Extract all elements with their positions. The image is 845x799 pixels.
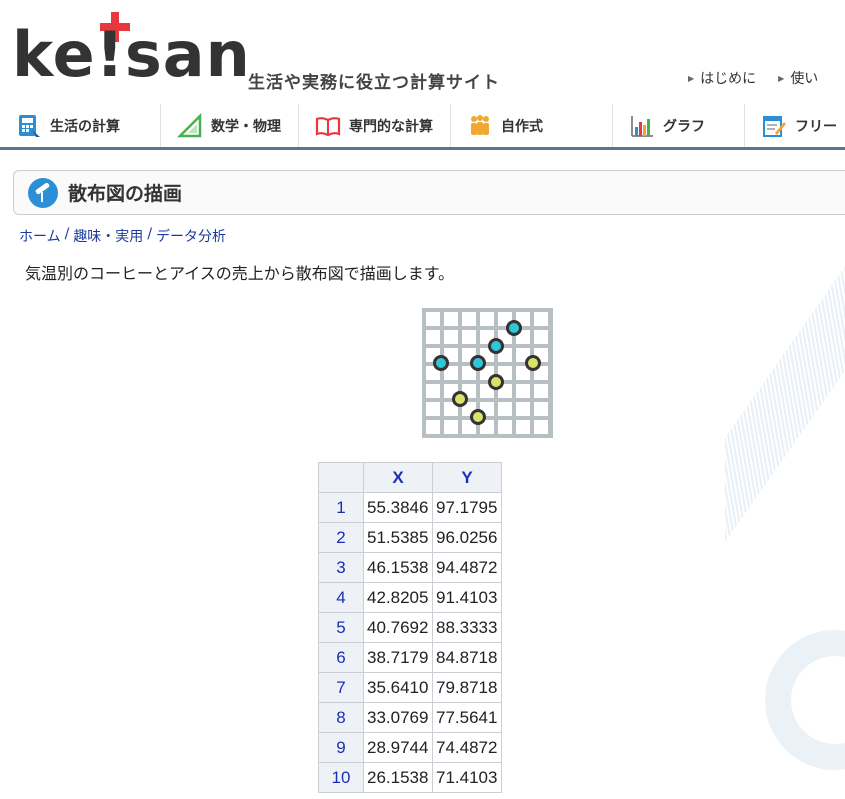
cell-x[interactable]: 42.8205 [363,582,433,613]
row-number: 1 [318,492,364,523]
nav-item-professional[interactable]: 専門的な計算 [299,104,451,147]
triangle-right-icon: ▶ [778,73,785,83]
page-description: 気温別のコーヒーとアイスの売上から散布図で描画します。 [25,264,455,283]
scatter-plot-icon [422,308,553,438]
column-header-x[interactable]: X [363,462,433,493]
cell-x[interactable]: 51.5385 [363,522,433,553]
calculator-icon [19,114,40,137]
header-link-usage[interactable]: ▶ 使い [778,68,818,88]
cell-y[interactable]: 71.4103 [432,762,502,793]
cell-y[interactable]: 88.3333 [432,612,502,643]
header-links: ▶ はじめに ▶ 使い [688,68,818,88]
nav-item-math[interactable]: 数学・物理 [161,104,299,147]
cell-x[interactable]: 46.1538 [363,552,433,583]
nav-item-custom[interactable]: 自作式 [451,104,613,147]
header-link-label: はじめに [700,71,757,87]
data-table: X Y 1 55.3846 97.1795 2 51.5385 96.0256 3 46.15… [318,462,502,793]
table-row: 8 33.0769 77.5641 [318,702,502,733]
nav-label: 自作式 [501,118,543,135]
table-row: 6 38.7179 84.8718 [318,642,502,673]
nav-label: グラフ [663,118,705,135]
row-number: 5 [318,612,364,643]
table-row: 7 35.6410 79.8718 [318,672,502,703]
page-title-box: 散布図の描画 [13,170,845,215]
site-header: ke!san 生活や実務に役立つ計算サイト ▶ はじめに ▶ 使い [0,0,845,100]
cell-x[interactable]: 33.0769 [363,702,433,733]
row-number: 9 [318,732,364,763]
row-number: 4 [318,582,364,613]
cell-x[interactable]: 28.9744 [363,732,433,763]
table-row: 5 40.7692 88.3333 [318,612,502,643]
breadcrumb-separator: / [147,226,153,242]
row-number: 2 [318,522,364,553]
cell-y[interactable]: 91.4103 [432,582,502,613]
header-link-intro[interactable]: ▶ はじめに [688,68,756,88]
nav-label: 専門的な計算 [349,118,433,135]
site-logo[interactable]: ke!san [12,12,250,94]
breadcrumb-separator: / [64,226,70,242]
cell-y[interactable]: 74.4872 [432,732,502,763]
table-corner-cell [318,462,364,493]
nav-item-graph[interactable]: グラフ [613,104,745,147]
table-row: 3 46.1538 94.4872 [318,552,502,583]
cell-x[interactable]: 26.1538 [363,762,433,793]
row-number: 7 [318,672,364,703]
cell-x[interactable]: 55.3846 [363,492,433,523]
nav-label: フリー [795,118,837,135]
telescope-icon [28,177,58,208]
cell-y[interactable]: 96.0256 [432,522,502,553]
table-header-row: X Y [318,462,502,493]
cell-x[interactable]: 35.6410 [363,672,433,703]
table-row: 2 51.5385 96.0256 [318,522,502,553]
cell-y[interactable]: 94.4872 [432,552,502,583]
cell-y[interactable]: 79.8718 [432,672,502,703]
cell-y[interactable]: 84.8718 [432,642,502,673]
cell-x[interactable]: 38.7179 [363,642,433,673]
row-number: 3 [318,552,364,583]
people-icon [471,114,489,135]
column-header-y[interactable]: Y [432,462,502,493]
background-decoration [725,150,845,799]
breadcrumb-home[interactable]: ホーム [19,226,61,246]
page-title: 散布図の描画 [68,183,183,205]
ruler-triangle-icon [177,112,202,137]
nav-item-life[interactable]: 生活の計算 [0,104,161,147]
main-nav: 生活の計算 数学・物理 専門的な計算 自作式 グラフ フリー [0,104,845,150]
triangle-right-icon: ▶ [688,73,695,83]
book-icon [315,116,341,136]
table-row: 9 28.9744 74.4872 [318,732,502,763]
header-link-label: 使い [790,71,819,87]
site-tagline: 生活や実務に役立つ計算サイト [248,73,500,93]
row-number: 8 [318,702,364,733]
breadcrumb: ホーム / 趣味・実用 / データ分析 [19,226,226,246]
row-number: 6 [318,642,364,673]
nav-label: 生活の計算 [50,118,120,135]
cell-x[interactable]: 40.7692 [363,612,433,643]
breadcrumb-data-analysis[interactable]: データ分析 [156,226,226,246]
row-number: 10 [318,762,364,793]
table-row: 10 26.1538 71.4103 [318,762,502,793]
bar-chart-icon [631,115,653,137]
nav-item-free[interactable]: フリー [745,104,845,147]
nav-label: 数学・物理 [211,118,281,135]
logo-text: ke!san [12,18,251,91]
breadcrumb-hobby[interactable]: 趣味・実用 [73,226,143,246]
notepad-icon [763,115,786,137]
table-row: 4 42.8205 91.4103 [318,582,502,613]
table-row: 1 55.3846 97.1795 [318,492,502,523]
cell-y[interactable]: 77.5641 [432,702,502,733]
cell-y[interactable]: 97.1795 [432,492,502,523]
